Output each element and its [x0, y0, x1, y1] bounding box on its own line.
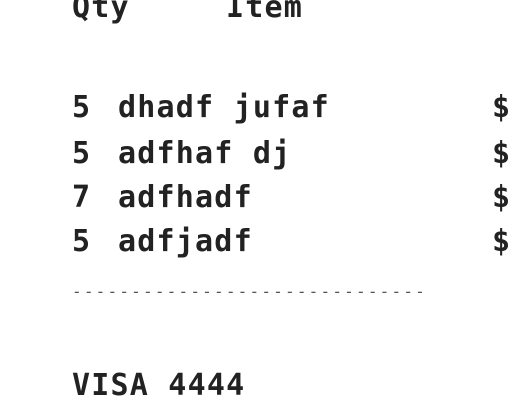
qty-column-header: Qty [72, 0, 130, 25]
line-item-qty: 5 [72, 224, 92, 259]
receipt: Qty Item 5 dhadf jufaf $ 5 adfhaf dj $ 7… [0, 0, 512, 400]
line-item-qty: 7 [72, 180, 92, 215]
line-item-name: adfhaf dj [118, 136, 292, 171]
line-item-qty: 5 [72, 136, 92, 171]
line-item-price: $ [492, 224, 512, 259]
line-item-name: adfhadf [118, 180, 253, 215]
line-item-name: dhadf jufaf [118, 90, 330, 125]
item-column-header: Item [226, 0, 304, 25]
line-item: 5 adfhaf dj $ [0, 136, 512, 172]
line-item-name: adfjadf [118, 224, 253, 259]
payment-method: VISA 4444 [72, 368, 246, 400]
line-item-price: $ [492, 90, 512, 125]
line-item-price: $ [492, 136, 512, 171]
line-item: 5 adfjadf $ [0, 224, 512, 260]
line-item: 7 adfhadf $ [0, 180, 512, 216]
line-item-price: $ [492, 180, 512, 215]
dashed-divider: ------------------------------ [72, 282, 427, 301]
line-item-qty: 5 [72, 90, 92, 125]
line-item: 5 dhadf jufaf $ [0, 90, 512, 126]
